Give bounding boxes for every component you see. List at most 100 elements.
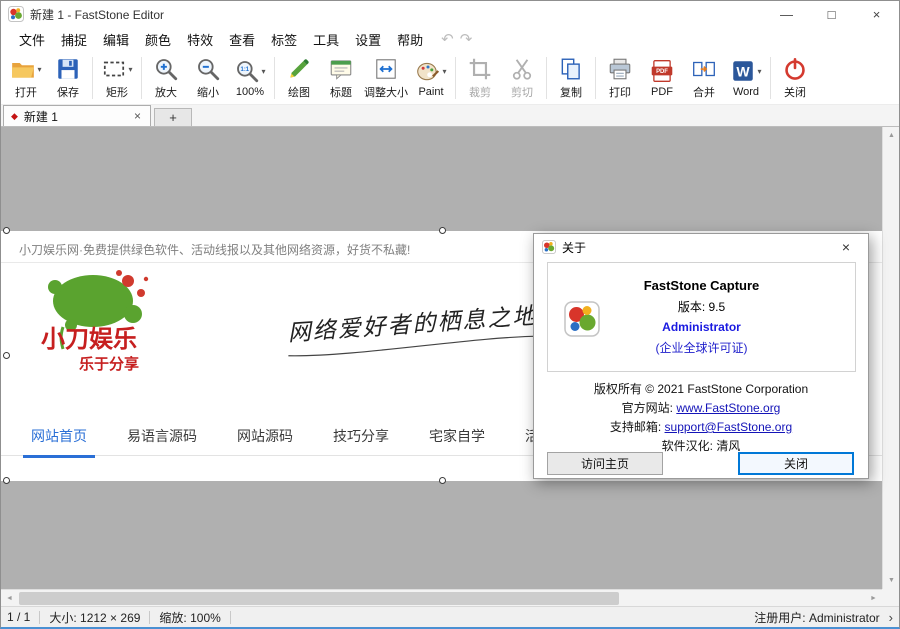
zoom-actual-size-icon: 1:1 (234, 58, 260, 84)
draw-button[interactable]: 绘图 (278, 54, 320, 101)
editor-canvas[interactable]: 小刀娱乐网·免费提供绿色软件、活动线报以及其他网络资源，好货不私藏! 小刀娱乐 … (1, 127, 899, 606)
close-editor-button[interactable]: 关闭 (774, 54, 816, 101)
print-button[interactable]: 打印 (599, 54, 641, 101)
toolbar-separator (92, 57, 93, 99)
tabbar: ◆ 新建 1 × + (1, 105, 899, 127)
word-icon: W (730, 58, 756, 84)
minimize-button[interactable]: — (764, 1, 809, 27)
zoom-level: 缩放: 100% (159, 609, 220, 626)
dropdown-arrow-icon[interactable]: ▾ (442, 67, 446, 76)
caption-button[interactable]: 标题 (320, 54, 362, 101)
visit-homepage-button[interactable]: 访问主页 (547, 452, 663, 475)
horizontal-scrollbar[interactable]: ◄ ► (1, 589, 882, 606)
titlebar: 新建 1 - FastStone Editor — □ × (1, 1, 899, 27)
email-link[interactable]: support@FastStone.org (665, 420, 793, 434)
about-dialog-titlebar[interactable]: 关于 × (534, 234, 868, 260)
toolbar-separator (595, 57, 596, 99)
tab-diamond-icon: ◆ (11, 111, 18, 122)
svg-text:W: W (737, 64, 751, 80)
nav-yuyan: 易语言源码 (127, 426, 197, 457)
about-email-line: 支持邮箱: support@FastStone.org (534, 418, 868, 437)
about-dialog-close-icon[interactable]: × (832, 239, 860, 255)
nav-tips: 技巧分享 (333, 426, 389, 457)
status-separator (39, 611, 40, 624)
word-button[interactable]: W▾ Word (725, 56, 767, 99)
tab-new-1[interactable]: ◆ 新建 1 × (3, 105, 151, 126)
copy-icon (558, 56, 584, 82)
join-button[interactable]: 合并 (683, 54, 725, 101)
dropdown-arrow-icon[interactable]: ▾ (757, 67, 761, 76)
scroll-down-icon[interactable]: ▼ (883, 572, 899, 589)
registered-user: 注册用户: Administrator (754, 609, 879, 626)
dropdown-arrow-icon[interactable]: ▾ (261, 67, 265, 76)
menu-colors[interactable]: 颜色 (137, 27, 179, 52)
zoom-in-button[interactable]: 放大 (145, 54, 187, 101)
menu-settings[interactable]: 设置 (347, 27, 389, 52)
website-link[interactable]: www.FastStone.org (676, 401, 780, 415)
tool-label: 100% (236, 86, 264, 98)
crop-button: 裁剪 (459, 54, 501, 101)
about-website-line: 官方网站: www.FastStone.org (534, 399, 868, 418)
resize-icon (373, 56, 399, 82)
menu-tag[interactable]: 标签 (263, 27, 305, 52)
zoom-100-button[interactable]: 1:1▾ 100% (229, 56, 271, 99)
tool-label: 放大 (155, 84, 177, 100)
power-close-icon (782, 56, 808, 82)
statusbar-expand-icon[interactable]: › (889, 610, 893, 625)
maximize-button[interactable]: □ (809, 1, 854, 27)
pdf-icon: PDF (649, 58, 675, 84)
selection-handle-bottom-center[interactable] (439, 477, 446, 484)
selection-handle-left-middle[interactable] (3, 352, 10, 359)
menu-capture[interactable]: 捕捉 (53, 27, 95, 52)
selection-handle-top-center[interactable] (439, 227, 446, 234)
horizontal-scrollbar-thumb[interactable] (19, 592, 619, 605)
tool-label: 复制 (560, 84, 582, 100)
dropdown-arrow-icon[interactable]: ▾ (128, 65, 132, 74)
save-button[interactable]: 保存 (47, 54, 89, 101)
vertical-scrollbar[interactable]: ▲ ▼ (882, 127, 899, 589)
close-button[interactable]: × (854, 1, 899, 27)
window-title: 新建 1 - FastStone Editor (30, 6, 164, 23)
toolbar-separator (455, 57, 456, 99)
menu-edit[interactable]: 编辑 (95, 27, 137, 52)
scroll-right-icon[interactable]: ► (865, 590, 882, 606)
scroll-up-icon[interactable]: ▲ (883, 127, 899, 144)
tab-close-icon[interactable]: × (132, 109, 143, 123)
resize-button[interactable]: 调整大小 (362, 54, 410, 101)
image-size: 大小: 1212 × 269 (49, 609, 140, 626)
pdf-button[interactable]: PDF PDF (641, 56, 683, 99)
undo-icon[interactable]: ↶ (441, 30, 454, 48)
selection-handle-top-left[interactable] (3, 227, 10, 234)
about-details: 版权所有 © 2021 FastStone Corporation 官方网站: … (534, 380, 868, 456)
selection-handle-bottom-left[interactable] (3, 477, 10, 484)
menu-view[interactable]: 查看 (221, 27, 263, 52)
new-tab-button[interactable]: + (154, 108, 192, 126)
about-app-name: FastStone Capture (644, 278, 760, 293)
tool-label: 剪切 (511, 84, 533, 100)
about-close-button[interactable]: 关闭 (738, 452, 854, 475)
scroll-left-icon[interactable]: ◄ (1, 590, 18, 606)
website-slogan: 网络爱好者的栖息之地 (262, 295, 565, 369)
about-registered-to[interactable]: Administrator (662, 320, 741, 334)
menu-effects[interactable]: 特效 (179, 27, 221, 52)
join-pages-icon (691, 56, 717, 82)
dropdown-arrow-icon[interactable]: ▾ (37, 65, 41, 74)
menu-tools[interactable]: 工具 (305, 27, 347, 52)
paint-button[interactable]: ▾ Paint (410, 56, 452, 99)
status-separator (230, 611, 231, 624)
history-controls: ↶ ↷ (441, 30, 472, 48)
logo-text-bottom: 乐于分享 (79, 355, 139, 373)
tool-label: 打印 (609, 84, 631, 100)
open-button[interactable]: ▾ 打开 (5, 54, 47, 101)
draw-pencil-icon (286, 56, 312, 82)
svg-text:PDF: PDF (656, 69, 668, 75)
copy-button[interactable]: 复制 (550, 54, 592, 101)
redo-icon[interactable]: ↷ (460, 30, 473, 48)
logo-text-top: 小刀娱乐 (41, 326, 137, 353)
zoom-out-button[interactable]: 缩小 (187, 54, 229, 101)
tool-label: Paint (418, 86, 443, 98)
about-license[interactable]: (企业全球许可证) (656, 339, 748, 356)
rect-select-button[interactable]: ▾ 矩形 (96, 54, 138, 101)
menu-file[interactable]: 文件 (11, 27, 53, 52)
menu-help[interactable]: 帮助 (389, 27, 431, 52)
